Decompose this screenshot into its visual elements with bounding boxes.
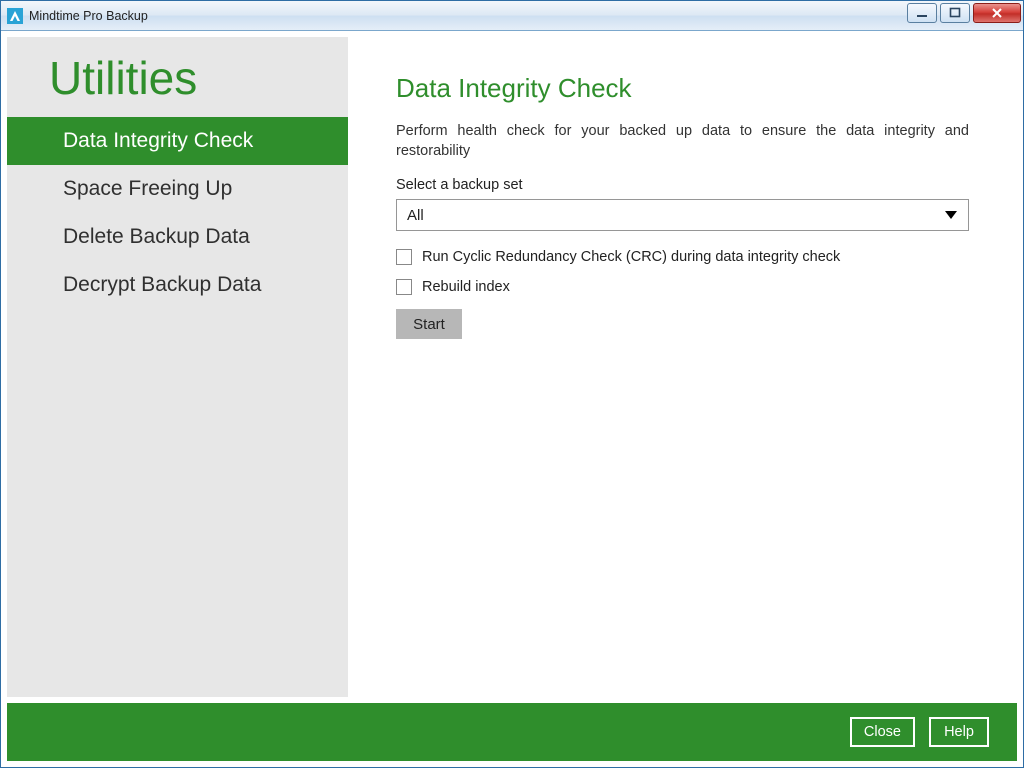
close-icon xyxy=(990,7,1004,19)
start-button-label: Start xyxy=(413,316,445,333)
rebuild-checkbox[interactable] xyxy=(396,279,412,295)
backup-set-label: Select a backup set xyxy=(396,177,969,193)
page-title: Data Integrity Check xyxy=(396,73,969,104)
rebuild-checkbox-row[interactable]: Rebuild index xyxy=(396,279,969,295)
backup-set-value: All xyxy=(407,207,424,224)
sidebar-item-label: Decrypt Backup Data xyxy=(63,273,261,297)
main-panel: Data Integrity Check Perform health chec… xyxy=(348,37,1017,697)
page-description: Perform health check for your backed up … xyxy=(396,122,969,161)
minimize-button[interactable] xyxy=(907,3,937,23)
app-icon xyxy=(7,8,23,24)
footer: Close Help xyxy=(7,703,1017,761)
window-controls xyxy=(907,3,1021,23)
crc-checkbox-row[interactable]: Run Cyclic Redundancy Check (CRC) during… xyxy=(396,249,969,265)
app-window: Mindtime Pro Backup Utilities Data Integ… xyxy=(0,0,1024,768)
help-button[interactable]: Help xyxy=(929,717,989,747)
close-button[interactable]: Close xyxy=(850,717,915,747)
sidebar-item-label: Space Freeing Up xyxy=(63,177,232,201)
sidebar-item-data-integrity-check[interactable]: Data Integrity Check xyxy=(7,117,348,165)
crc-checkbox[interactable] xyxy=(396,249,412,265)
app-body: Utilities Data Integrity Check Space Fre… xyxy=(1,31,1023,703)
sidebar-title: Utilities xyxy=(7,37,348,117)
sidebar: Utilities Data Integrity Check Space Fre… xyxy=(7,37,348,697)
help-button-label: Help xyxy=(944,724,974,740)
titlebar: Mindtime Pro Backup xyxy=(1,1,1023,31)
maximize-icon xyxy=(949,7,961,19)
minimize-icon xyxy=(916,7,928,19)
maximize-button[interactable] xyxy=(940,3,970,23)
backup-set-select[interactable]: All xyxy=(396,199,969,231)
sidebar-item-label: Data Integrity Check xyxy=(63,129,253,153)
close-window-button[interactable] xyxy=(973,3,1021,23)
window-title: Mindtime Pro Backup xyxy=(29,9,148,23)
sidebar-item-decrypt-backup-data[interactable]: Decrypt Backup Data xyxy=(7,261,348,309)
start-button[interactable]: Start xyxy=(396,309,462,339)
rebuild-checkbox-label: Rebuild index xyxy=(422,279,510,295)
chevron-down-icon xyxy=(944,207,958,223)
sidebar-item-space-freeing-up[interactable]: Space Freeing Up xyxy=(7,165,348,213)
sidebar-item-label: Delete Backup Data xyxy=(63,225,250,249)
close-button-label: Close xyxy=(864,724,901,740)
sidebar-item-delete-backup-data[interactable]: Delete Backup Data xyxy=(7,213,348,261)
crc-checkbox-label: Run Cyclic Redundancy Check (CRC) during… xyxy=(422,249,840,265)
